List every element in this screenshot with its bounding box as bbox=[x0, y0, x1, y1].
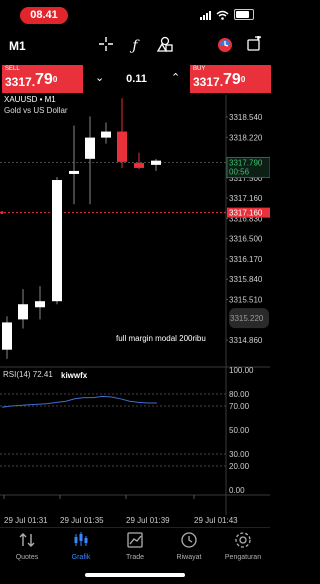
time-label-2: 29 Jul 01:35 bbox=[60, 516, 104, 525]
chart-toolbar: M1 ƒ bbox=[0, 34, 270, 58]
candle-body bbox=[151, 160, 161, 165]
rsi-note: kiwwfx bbox=[61, 371, 88, 380]
tab-history[interactable]: Riwayat bbox=[162, 530, 216, 561]
price-axis-label: 3318.220 bbox=[229, 133, 263, 142]
tab-trade-label: Trade bbox=[125, 554, 145, 561]
home-indicator bbox=[85, 573, 185, 577]
crosshair-icon[interactable] bbox=[96, 36, 116, 56]
price-axis-label: 3316.500 bbox=[229, 235, 263, 244]
price-axis-label: 3315.510 bbox=[229, 295, 263, 304]
rsi-axis-label: 0.00 bbox=[229, 486, 245, 495]
time-label-1: 29 Jul 01:31 bbox=[4, 516, 48, 525]
chart-annotation: full margin modal 200ribu bbox=[116, 334, 206, 343]
level-marker bbox=[0, 211, 4, 215]
trade-icon bbox=[108, 530, 162, 552]
buy-label: BUY bbox=[193, 66, 206, 72]
time-label-3: 29 Jul 01:39 bbox=[126, 516, 170, 525]
buy-price: 3317.790 bbox=[193, 71, 246, 89]
rsi-axis-label: 50.00 bbox=[229, 426, 250, 435]
tab-settings[interactable]: Pengaturan bbox=[216, 530, 270, 561]
candle-body bbox=[2, 322, 12, 350]
tab-quotes-label: Quotes bbox=[15, 554, 39, 561]
objects-icon[interactable] bbox=[155, 36, 175, 56]
tab-chart-label: Grafik bbox=[71, 554, 91, 561]
indicators-icon[interactable]: ƒ bbox=[125, 36, 145, 56]
sell-button[interactable]: SELL 3317.790 bbox=[2, 65, 83, 93]
battery-icon bbox=[234, 9, 254, 20]
quotes-icon bbox=[0, 530, 54, 552]
wifi-icon bbox=[216, 10, 229, 20]
lot-selector: ⌄ 0.11 ⌃ bbox=[85, 65, 188, 93]
tab-trade[interactable]: Trade bbox=[108, 530, 162, 561]
candle-body bbox=[134, 163, 144, 168]
price-axis-label: 3316.170 bbox=[229, 255, 263, 264]
rsi-axis-label: 80.00 bbox=[229, 390, 250, 399]
symbol-name: XAUUSD • M1 bbox=[4, 95, 56, 104]
price-axis-label: 3314.860 bbox=[229, 336, 263, 345]
candle-body bbox=[52, 180, 62, 302]
rsi-axis-label: 20.00 bbox=[229, 462, 250, 471]
candle-body bbox=[85, 137, 95, 159]
lot-increase-icon[interactable]: ⌃ bbox=[171, 71, 180, 84]
time-label-4: 29 Jul 01:43 bbox=[194, 516, 238, 525]
rsi-axis-label: 100.00 bbox=[229, 366, 254, 375]
symbol-description: Gold vs US Dollar bbox=[4, 106, 68, 115]
tab-quotes[interactable]: Quotes bbox=[0, 530, 54, 561]
status-icons bbox=[200, 9, 254, 20]
tab-history-label: Riwayat bbox=[176, 554, 202, 561]
price-chart[interactable]: 3318.5403318.2203317.5003317.1603316.830… bbox=[0, 95, 270, 525]
timeframe-button[interactable]: M1 bbox=[9, 39, 26, 53]
new-order-icon[interactable] bbox=[244, 34, 264, 56]
cursor-price-label: 3315.220 bbox=[230, 314, 264, 323]
cellular-signal-icon bbox=[200, 10, 211, 20]
settings-icon bbox=[216, 530, 270, 552]
status-time: 08.41 bbox=[20, 7, 68, 24]
price-axis-label: 3318.540 bbox=[229, 113, 263, 122]
buy-button[interactable]: BUY 3317.790 bbox=[190, 65, 271, 93]
bid-price-label: 3317.790 bbox=[229, 158, 263, 167]
rsi-axis-label: 70.00 bbox=[229, 402, 250, 411]
rsi-axis-label: 30.00 bbox=[229, 450, 250, 459]
rsi-label: RSI(14) 72.41 bbox=[3, 370, 53, 379]
countdown-label: 00:56 bbox=[229, 167, 250, 176]
history-icon bbox=[162, 530, 216, 552]
sell-price: 3317.790 bbox=[5, 71, 58, 89]
tab-chart[interactable]: Grafik bbox=[54, 530, 108, 561]
tab-bar: Quotes Grafik Trade Riwayat Pengaturan bbox=[0, 527, 270, 568]
candle-body bbox=[117, 131, 127, 162]
sell-label: SELL bbox=[5, 66, 20, 72]
level-price-label: 3317.160 bbox=[229, 209, 263, 218]
price-axis-label: 3317.160 bbox=[229, 194, 263, 203]
tab-settings-label: Pengaturan bbox=[224, 554, 262, 561]
price-axis-label: 3315.840 bbox=[229, 275, 263, 284]
status-bar: 08.41 bbox=[0, 0, 270, 28]
candle-body bbox=[101, 131, 111, 138]
candle-body bbox=[35, 301, 45, 308]
candle-body bbox=[69, 170, 79, 174]
candle-body bbox=[18, 304, 28, 320]
chart-icon bbox=[54, 530, 108, 552]
one-click-trading-icon[interactable] bbox=[215, 36, 235, 56]
